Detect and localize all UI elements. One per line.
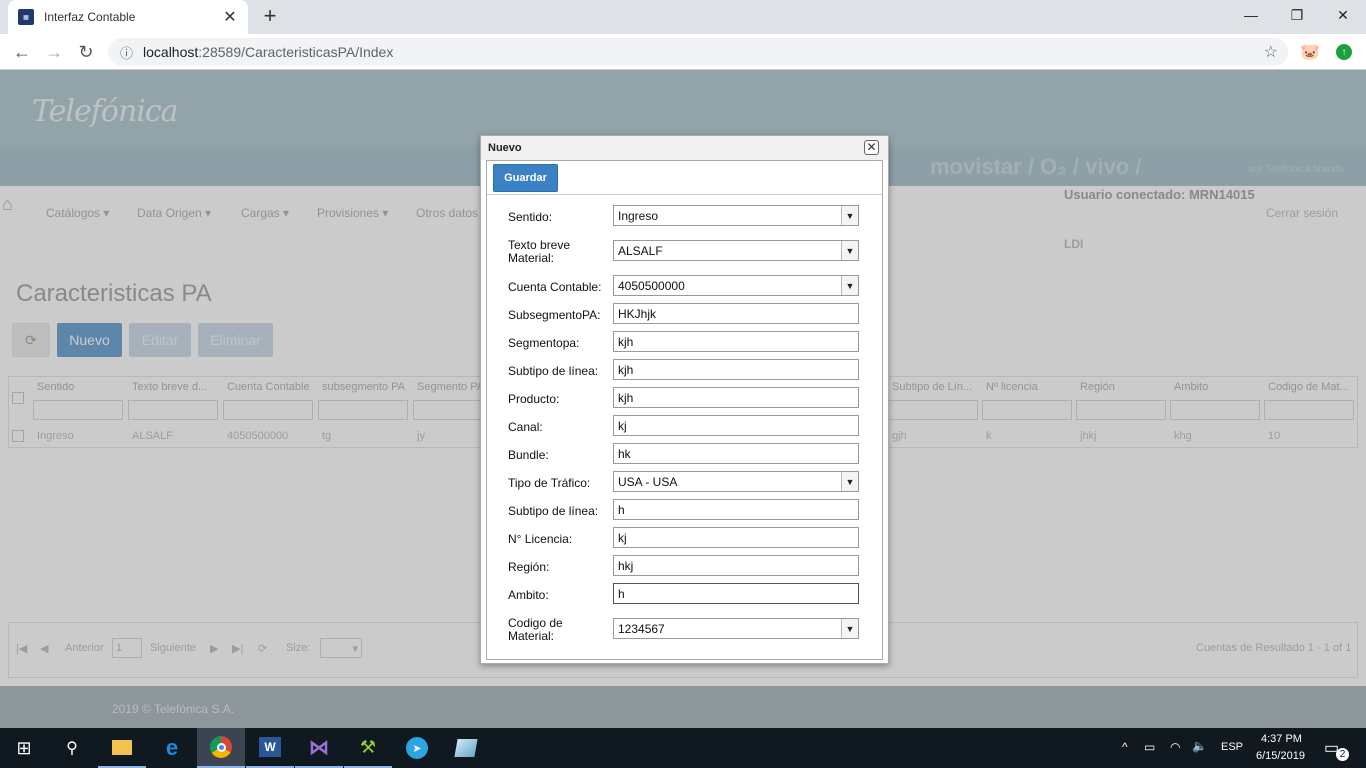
- extension-icon[interactable]: 🐷: [1300, 42, 1320, 62]
- language-indicator[interactable]: ESP: [1221, 741, 1243, 753]
- field-label-licencia: N° Licencia:: [508, 532, 573, 546]
- chevron-down-icon: ▼: [841, 619, 858, 638]
- minimize-icon[interactable]: —: [1228, 0, 1274, 30]
- visual-studio-button[interactable]: ⋈: [295, 728, 343, 768]
- volume-icon[interactable]: 🔈: [1192, 739, 1207, 753]
- start-button[interactable]: ⊞: [0, 728, 48, 768]
- search-button[interactable]: ⚲: [48, 728, 96, 768]
- battery-icon[interactable]: ▭: [1144, 740, 1155, 754]
- app-button[interactable]: [442, 728, 490, 768]
- browser-tab[interactable]: ▦ Interfaz Contable ✕: [8, 0, 248, 34]
- field-label-subtipo: Subtipo de línea:: [508, 364, 599, 378]
- producto-input[interactable]: kjh: [613, 387, 859, 408]
- chevron-down-icon: ▼: [841, 206, 858, 225]
- close-tab-icon[interactable]: ✕: [222, 7, 238, 27]
- visual-studio-icon: ⋈: [309, 736, 329, 759]
- chrome-icon: [210, 736, 232, 758]
- field-label-ambito: Ambito:: [508, 588, 549, 602]
- tools-icon: ⚒: [359, 736, 377, 757]
- ambito-input[interactable]: h: [613, 583, 859, 604]
- back-icon[interactable]: ←: [10, 40, 34, 64]
- field-label-segmento: Segmentopa:: [508, 336, 580, 350]
- clock-time[interactable]: 4:37 PM: [1261, 733, 1302, 745]
- field-label-codigo: Codigo de Material:: [508, 616, 563, 643]
- save-button[interactable]: Guardar: [493, 164, 558, 192]
- app-icon: [454, 739, 478, 757]
- tools-button[interactable]: ⚒: [344, 728, 392, 768]
- notification-count: 2: [1336, 748, 1349, 761]
- dialog-toolbar: Guardar: [487, 161, 882, 195]
- new-record-dialog: Nuevo ✕ Guardar Sentido: Ingreso ▼ Texto …: [480, 135, 889, 664]
- telegram-button[interactable]: ➤: [393, 728, 441, 768]
- url-host: localhost: [143, 44, 199, 60]
- field-label-region: Región:: [508, 560, 550, 574]
- edge-button[interactable]: e: [148, 728, 196, 768]
- address-bar[interactable]: ⓘ localhost:28589/CaracteristicasPA/Inde…: [108, 38, 1288, 66]
- dialog-title: Nuevo: [481, 136, 888, 160]
- bundle-input[interactable]: hk: [613, 443, 859, 464]
- dialog-body: Guardar Sentido: Ingreso ▼ Texto breve Ma…: [486, 160, 883, 660]
- bookmark-star-icon[interactable]: ☆: [1264, 42, 1278, 62]
- wifi-icon[interactable]: ◠: [1170, 740, 1180, 754]
- canal-input[interactable]: kj: [613, 415, 859, 436]
- texto-breve-select[interactable]: ALSALF ▼: [613, 240, 859, 261]
- clock-date[interactable]: 6/15/2019: [1256, 750, 1305, 762]
- cuenta-value: 4050500000: [618, 279, 685, 293]
- word-button[interactable]: W: [246, 728, 294, 768]
- tipo-trafico-select[interactable]: USA - USA ▼: [613, 471, 859, 492]
- search-icon: ⚲: [66, 740, 78, 757]
- windows-icon: ⊞: [16, 737, 32, 758]
- subtipo-linea-input[interactable]: kjh: [613, 359, 859, 380]
- cuenta-contable-select[interactable]: 4050500000 ▼: [613, 275, 859, 296]
- close-icon: ✕: [866, 140, 877, 154]
- sentido-select[interactable]: Ingreso ▼: [613, 205, 859, 226]
- url-path: :28589/CaracteristicasPA/Index: [198, 44, 394, 60]
- forward-icon[interactable]: →: [42, 40, 66, 64]
- restore-icon[interactable]: ❐: [1274, 0, 1320, 30]
- field-label-cuenta: Cuenta Contable:: [508, 280, 602, 294]
- texto-breve-value: ALSALF: [618, 244, 663, 258]
- word-icon: W: [259, 737, 281, 757]
- tray-overflow-icon[interactable]: ^: [1122, 740, 1128, 754]
- sentido-value: Ingreso: [618, 209, 659, 223]
- telegram-icon: ➤: [406, 737, 428, 759]
- field-label-subtipo-2: Subtipo de línea:: [508, 504, 599, 518]
- page: Telefónica movistar / O₂ / vivo / are Te…: [0, 70, 1366, 728]
- window-close-icon[interactable]: ✕: [1320, 0, 1366, 30]
- chevron-down-icon: ▼: [841, 241, 858, 260]
- file-explorer-button[interactable]: [98, 728, 146, 768]
- field-label-subsegmento: SubsegmentoPA:: [508, 308, 601, 322]
- field-label-sentido: Sentido:: [508, 210, 553, 224]
- segmento-input[interactable]: kjh: [613, 331, 859, 352]
- codigo-material-select[interactable]: 1234567 ▼: [613, 618, 859, 639]
- field-label-trafico: Tipo de Tráfico:: [508, 476, 591, 490]
- codigo-value: 1234567: [618, 622, 665, 636]
- field-label-bundle: Bundle:: [508, 448, 549, 462]
- update-icon[interactable]: ↑: [1336, 44, 1352, 60]
- region-input[interactable]: hkj: [613, 555, 859, 576]
- subsegmento-input[interactable]: HKJhjk: [613, 303, 859, 324]
- licencia-input[interactable]: kj: [613, 527, 859, 548]
- trafico-value: USA - USA: [618, 475, 678, 489]
- tab-title: Interfaz Contable: [44, 10, 136, 24]
- chrome-button[interactable]: [197, 728, 245, 768]
- field-label-texto-breve: Texto breve Material:: [508, 238, 571, 265]
- edge-icon: e: [165, 735, 179, 760]
- dialog-close-button[interactable]: ✕: [864, 140, 879, 155]
- subtipo-linea-2-input[interactable]: h: [613, 499, 859, 520]
- field-label-producto: Producto:: [508, 392, 560, 406]
- field-label-canal: Canal:: [508, 420, 543, 434]
- reload-icon[interactable]: ↻: [74, 40, 98, 64]
- favicon-icon: ▦: [18, 9, 34, 25]
- folder-icon: [112, 739, 132, 755]
- chevron-down-icon: ▼: [841, 472, 858, 491]
- browser-toolbar: ← → ↻ ⓘ localhost:28589/CaracteristicasP…: [0, 34, 1366, 70]
- info-icon: ⓘ: [120, 45, 134, 61]
- chevron-down-icon: ▼: [841, 276, 858, 295]
- browser-tabstrip: ▦ Interfaz Contable ✕ + — ❐ ✕: [0, 0, 1366, 34]
- new-tab-icon[interactable]: +: [258, 2, 282, 30]
